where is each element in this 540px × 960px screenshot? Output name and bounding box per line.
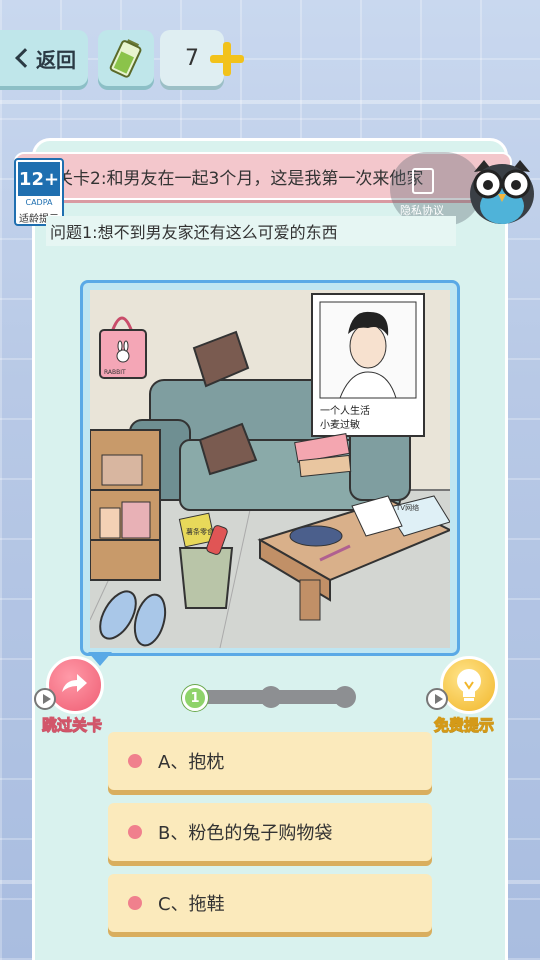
snack-text: 薯条零食 [186,527,214,536]
age-rating: 12+ [18,162,60,196]
option-bullet [128,825,142,839]
option-bullet [128,754,142,768]
question-text: 问题1:想不到男友家还有这么可爱的东西 [46,216,456,246]
back-label: 返回 [36,47,76,72]
level-title: 关卡2:和男友在一起3个月，这是我第一次来他家 [56,168,424,189]
skip-label: 跳过关卡 [41,716,103,735]
video-play-icon [34,688,56,710]
hint-label: 免费提示 [433,716,495,735]
chevron-left-icon [15,48,35,68]
answer-option-a[interactable]: A、抱枕 [108,732,432,790]
photo-caption-line1: 一个人生活 [320,404,370,417]
document-icon [412,168,434,194]
lightbulb-icon [457,669,481,701]
add-hint-icon[interactable] [210,42,244,76]
share-arrow-icon [62,674,87,692]
option-label: C、拖鞋 [158,894,225,915]
scene-illustration[interactable]: RABBIT 一个人生活 小麦过敏 TV网络 薯条零食 [90,290,450,648]
progress-current: 1 [182,685,208,711]
owl-mascot-icon[interactable] [466,154,538,228]
battery-button[interactable] [98,30,154,86]
bg-decoration [0,100,540,104]
battery-icon [109,39,142,78]
video-play-icon [426,688,448,710]
option-label: A、抱枕 [158,752,225,773]
photo-caption-line2: 小麦过敏 [320,418,360,431]
progress-node [260,686,282,708]
back-button[interactable]: 返回 [0,30,88,86]
option-bullet [128,896,142,910]
bag-text: RABBIT [104,369,126,376]
answer-option-c[interactable]: C、拖鞋 [108,874,432,932]
book-text: TV网络 [395,503,419,512]
age-rating-org: CADPA [25,198,53,207]
answer-option-b[interactable]: B、粉色的兔子购物袋 [108,803,432,861]
option-label: B、粉色的兔子购物袋 [158,823,333,844]
scene-drawing: RABBIT 一个人生活 小麦过敏 TV网络 薯条零食 [90,290,450,648]
progress-node [334,686,356,708]
